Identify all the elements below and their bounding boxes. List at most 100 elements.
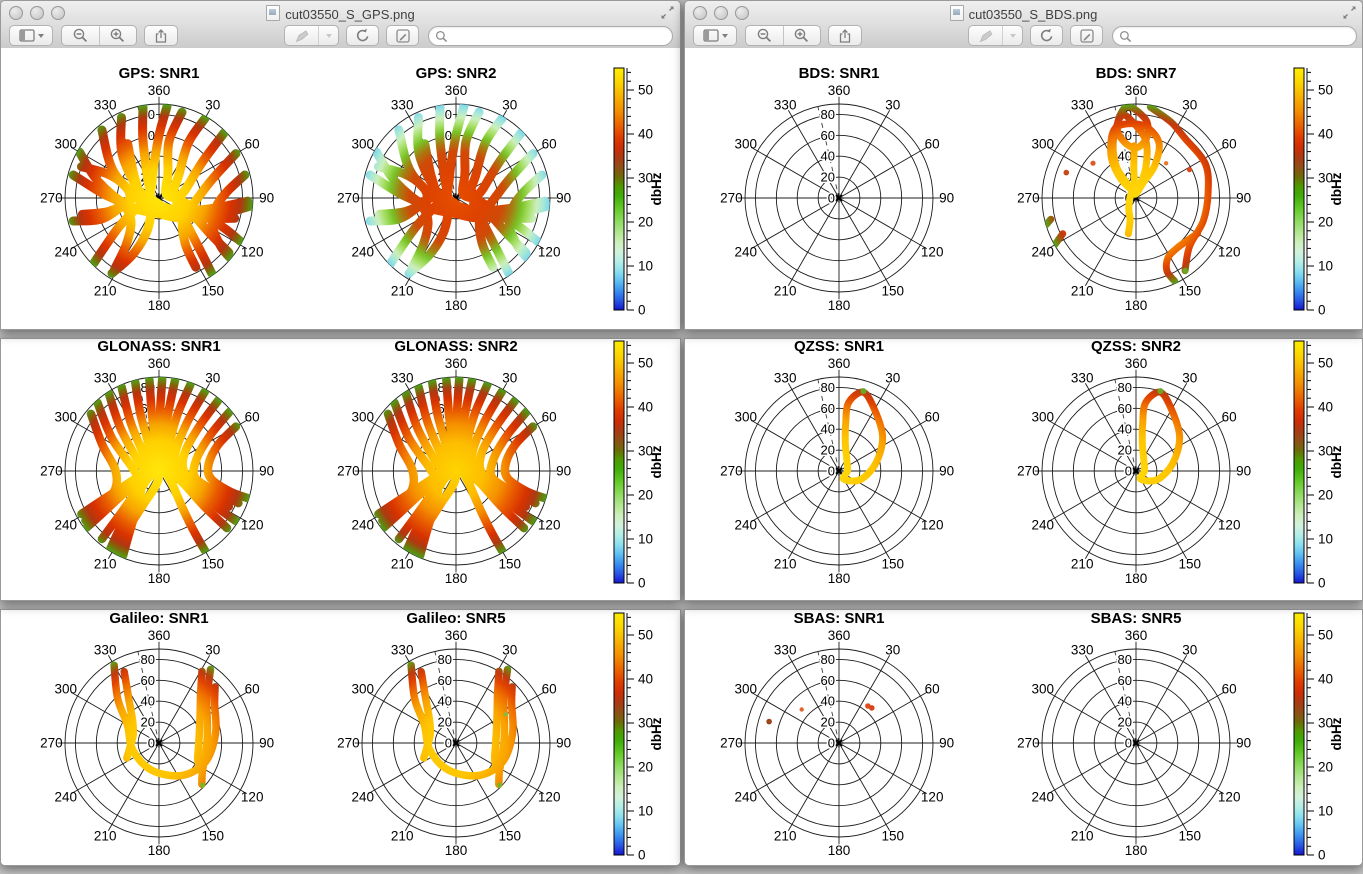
markup-button[interactable] bbox=[1070, 25, 1103, 46]
zoom-out-button[interactable] bbox=[62, 26, 99, 45]
colorbar-tick-label: 40 bbox=[1318, 672, 1333, 687]
search-field[interactable] bbox=[1112, 26, 1357, 46]
azimuth-label: 300 bbox=[735, 410, 758, 425]
highlighter-icon bbox=[294, 28, 310, 44]
fullscreen-icon bbox=[1342, 5, 1357, 20]
share-icon bbox=[153, 28, 169, 44]
polar-plot: QZSS: SNR2360306090120150180210240270300… bbox=[1017, 339, 1251, 586]
view-options-button[interactable] bbox=[9, 25, 53, 46]
plot-title: GLONASS: SNR2 bbox=[394, 339, 517, 355]
azimuth-label: 330 bbox=[391, 370, 414, 385]
plot-title: GPS: SNR2 bbox=[416, 65, 497, 82]
share-button[interactable] bbox=[828, 25, 862, 46]
markup-pencil-icon bbox=[1079, 28, 1095, 44]
markup-button[interactable] bbox=[386, 25, 419, 46]
azimuth-label: 330 bbox=[1071, 97, 1094, 112]
azimuth-label: 180 bbox=[1125, 843, 1148, 858]
radial-label: 80 bbox=[821, 652, 835, 667]
radial-label: 0 bbox=[828, 191, 835, 206]
search-field[interactable] bbox=[428, 26, 673, 46]
azimuth-label: 30 bbox=[205, 370, 220, 385]
search-icon bbox=[435, 30, 448, 43]
azimuth-label: 240 bbox=[735, 244, 758, 259]
plot-title: SBAS: SNR5 bbox=[1091, 610, 1182, 627]
colorbar-tick-label: 0 bbox=[1318, 576, 1326, 591]
azimuth-label: 180 bbox=[445, 571, 468, 586]
azimuth-label: 30 bbox=[1182, 97, 1197, 112]
azimuth-label: 90 bbox=[939, 464, 954, 479]
colorbar-tick-label: 10 bbox=[1318, 532, 1333, 547]
search-input[interactable] bbox=[1132, 27, 1356, 45]
highlight-menu-button[interactable] bbox=[1002, 26, 1022, 45]
satellite-tracks bbox=[362, 377, 550, 565]
azimuth-label: 30 bbox=[205, 642, 220, 657]
colorbar: 01020304050dbHz bbox=[614, 341, 664, 591]
satellite-dot bbox=[1157, 388, 1163, 394]
azimuth-label: 90 bbox=[556, 464, 571, 479]
colorbar-tick-label: 40 bbox=[638, 400, 653, 415]
rotate-left-button[interactable] bbox=[1030, 25, 1063, 46]
polar-plot: GLONASS: SNR2360306090120150180210240270… bbox=[337, 339, 571, 586]
titlebar[interactable]: cut03550_S_BDS.png bbox=[685, 1, 1362, 49]
radial-label: 60 bbox=[821, 673, 835, 688]
document-icon bbox=[950, 5, 964, 21]
azimuth-label: 240 bbox=[352, 789, 375, 804]
rotate-left-button[interactable] bbox=[346, 25, 379, 46]
satellite-dot bbox=[504, 712, 508, 716]
azimuth-label: 60 bbox=[542, 682, 557, 697]
azimuth-label: 270 bbox=[720, 736, 743, 751]
azimuth-label: 90 bbox=[1236, 464, 1251, 479]
radial-label: 40 bbox=[821, 149, 835, 164]
azimuth-label: 210 bbox=[1071, 829, 1094, 844]
azimuth-label: 240 bbox=[55, 244, 78, 259]
zoom-in-icon bbox=[109, 27, 126, 44]
titlebar[interactable]: cut03550_S_GPS.png bbox=[1, 1, 680, 49]
zoom-in-button[interactable] bbox=[99, 26, 137, 45]
azimuth-label: 30 bbox=[885, 642, 900, 657]
share-button[interactable] bbox=[144, 25, 178, 46]
fullscreen-button[interactable] bbox=[660, 5, 675, 20]
satellite-dot bbox=[1164, 161, 1168, 165]
azimuth-label: 150 bbox=[1179, 557, 1202, 572]
azimuth-label: 60 bbox=[245, 682, 260, 697]
satellite-tracks bbox=[65, 104, 253, 292]
radial-label: 40 bbox=[821, 694, 835, 709]
polar-plot: BDS: SNR13603060901201501802102402703003… bbox=[720, 65, 954, 313]
satellite-dot bbox=[1064, 170, 1070, 176]
zoom-out-button[interactable] bbox=[746, 26, 783, 45]
plot-title: Galileo: SNR1 bbox=[109, 610, 208, 627]
polar-plot: GPS: SNR23603060901201501802102402703003… bbox=[337, 65, 571, 313]
radial-label: 0 bbox=[1125, 736, 1132, 751]
window-title: cut03550_S_BDS.png bbox=[685, 5, 1362, 22]
azimuth-label: 300 bbox=[352, 137, 375, 152]
highlight-menu-button[interactable] bbox=[318, 26, 338, 45]
satellite-dot bbox=[869, 705, 875, 711]
window-bds: cut03550_S_BDS.png bbox=[684, 0, 1363, 330]
highlight-button[interactable] bbox=[285, 26, 318, 45]
colorbar-unit-label: dbHz bbox=[1329, 445, 1344, 478]
colorbar-unit-label: dbHz bbox=[649, 445, 664, 478]
view-options-button[interactable] bbox=[693, 25, 737, 46]
zoom-in-button[interactable] bbox=[783, 26, 821, 45]
satellite-tracks bbox=[745, 377, 933, 565]
window-qzss: QZSS: SNR1360306090120150180210240270300… bbox=[684, 338, 1363, 601]
azimuth-label: 90 bbox=[259, 464, 274, 479]
fullscreen-button[interactable] bbox=[1342, 5, 1357, 20]
azimuth-label: 360 bbox=[828, 356, 851, 371]
azimuth-label: 300 bbox=[1032, 410, 1055, 425]
azimuth-label: 300 bbox=[1032, 137, 1055, 152]
share-icon bbox=[837, 28, 853, 44]
azimuth-label: 210 bbox=[1071, 284, 1094, 299]
highlight-button[interactable] bbox=[969, 26, 1002, 45]
azimuth-label: 210 bbox=[391, 829, 414, 844]
colorbar-tick-label: 10 bbox=[1318, 804, 1333, 819]
azimuth-label: 150 bbox=[1179, 829, 1202, 844]
azimuth-label: 120 bbox=[538, 517, 561, 532]
search-input[interactable] bbox=[448, 27, 672, 45]
azimuth-label: 150 bbox=[499, 829, 522, 844]
azimuth-label: 60 bbox=[925, 682, 940, 697]
plot-title: QZSS: SNR1 bbox=[794, 339, 884, 355]
azimuth-label: 360 bbox=[445, 83, 468, 98]
colorbar-tick-label: 20 bbox=[638, 488, 653, 503]
azimuth-label: 270 bbox=[337, 464, 360, 479]
